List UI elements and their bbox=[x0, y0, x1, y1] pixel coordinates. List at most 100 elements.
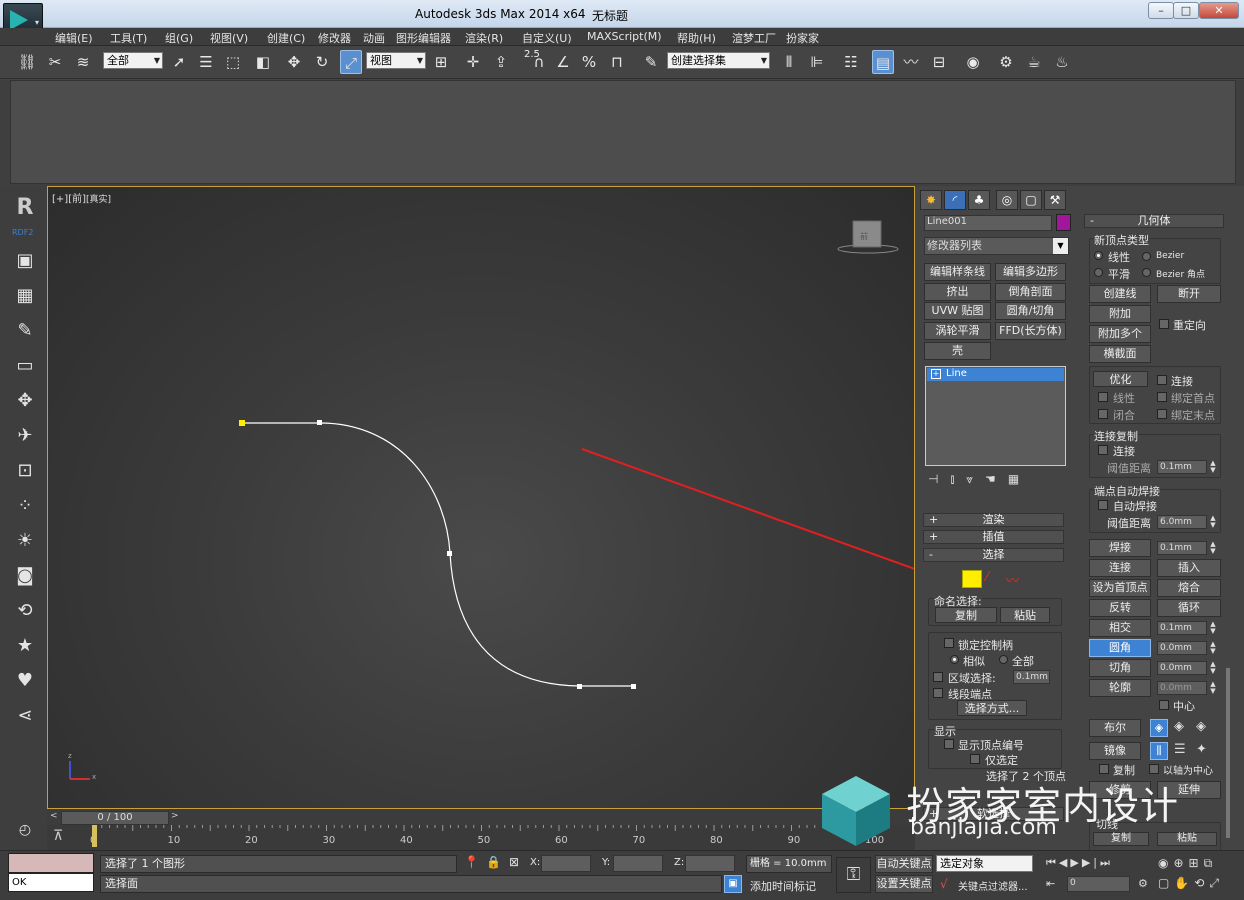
reorient-checkbox[interactable] bbox=[1159, 319, 1169, 329]
mini-curve-editor-icon[interactable]: ⊼ bbox=[53, 828, 63, 844]
create-line-button[interactable]: 创建线 bbox=[1089, 285, 1151, 303]
modifier-edit-poly[interactable]: 编辑多边形 bbox=[995, 263, 1066, 281]
chamfer-field[interactable]: 0.0mm bbox=[1157, 661, 1207, 675]
viewport-nav-row2[interactable]: ▢✋⟲⤢ bbox=[1158, 876, 1224, 891]
fillet-button[interactable]: 圆角 bbox=[1089, 639, 1151, 657]
object-color-swatch[interactable] bbox=[1056, 214, 1071, 231]
segment-subobject-icon[interactable]: ⁄ bbox=[986, 570, 988, 585]
rollout-interpolation[interactable]: + 插值 bbox=[923, 530, 1064, 544]
render-production-icon[interactable]: ♨ bbox=[1051, 50, 1073, 74]
connect-copy-checkbox[interactable] bbox=[1098, 445, 1108, 455]
weld-button[interactable]: 焊接 bbox=[1089, 539, 1151, 557]
key-mode-toggle-icon[interactable]: ⇤ bbox=[1046, 877, 1055, 890]
modifier-list-dropdown[interactable]: 修改器列表 bbox=[924, 237, 1069, 255]
boolean-subtract-icon[interactable]: ◈ bbox=[1174, 719, 1184, 734]
time-slider[interactable]: 0 / 100 bbox=[61, 811, 169, 825]
copy-selection-button[interactable]: 复制 bbox=[935, 607, 997, 623]
display-tab-icon[interactable]: ▢ bbox=[1020, 190, 1042, 210]
axis-center-checkbox[interactable] bbox=[1149, 764, 1159, 774]
monitor-icon[interactable]: ▭ bbox=[13, 354, 37, 378]
x-coordinate-field[interactable] bbox=[541, 855, 591, 872]
mirror-copy-checkbox[interactable] bbox=[1099, 764, 1109, 774]
menu-maxscript[interactable]: MAXScript(M) bbox=[587, 30, 662, 43]
move-arrows-icon[interactable]: ✥ bbox=[13, 389, 37, 413]
star-icon[interactable]: ★ bbox=[13, 634, 37, 658]
modifier-bevel-profile[interactable]: 倒角剖面 bbox=[995, 283, 1066, 301]
hierarchy-tab-icon[interactable]: ♣ bbox=[968, 190, 990, 210]
vertex-subobject-icon[interactable] bbox=[962, 570, 982, 588]
playback-controls[interactable]: ⏮◀▶▶|⏭ bbox=[1046, 856, 1113, 870]
spline-subobject-icon[interactable]: 〰 bbox=[1006, 570, 1019, 589]
all-radio[interactable] bbox=[999, 655, 1008, 664]
selection-filter-dropdown[interactable]: 全部 bbox=[103, 52, 163, 69]
menu-customize[interactable]: 自定义(U) bbox=[522, 30, 572, 46]
utilities-tab-icon[interactable]: ⚒ bbox=[1044, 190, 1066, 210]
set-key-icon[interactable]: ⚿ bbox=[836, 857, 871, 893]
maxscript-mini-listener-top[interactable] bbox=[8, 853, 94, 873]
area-select-field[interactable]: 0.1mm bbox=[1013, 670, 1050, 684]
tangent-copy-button[interactable]: 复制 bbox=[1093, 832, 1149, 846]
threshold-spinner[interactable]: ▲ ▼ bbox=[1209, 460, 1217, 474]
absolute-mode-icon[interactable]: ⊠ bbox=[509, 855, 519, 869]
tangent-paste-button[interactable]: 粘贴 bbox=[1157, 832, 1217, 846]
current-frame-field[interactable]: 0 bbox=[1067, 876, 1130, 892]
make-first-button[interactable]: 设为首顶点 bbox=[1089, 579, 1151, 597]
rollout-geometry[interactable]: - 几何体 bbox=[1084, 214, 1224, 228]
back-icon[interactable]: ◴ bbox=[13, 818, 37, 842]
outline-spinner[interactable]: ▲ ▼ bbox=[1209, 681, 1217, 695]
bind-last-checkbox[interactable] bbox=[1157, 409, 1167, 419]
mirror-both-icon[interactable]: ✦ bbox=[1196, 742, 1207, 757]
select-manipulate-icon[interactable]: ✛ bbox=[462, 50, 484, 74]
pivot-center-icon[interactable]: ⊞ bbox=[430, 50, 452, 74]
outline-field[interactable]: 0.0mm bbox=[1157, 681, 1207, 695]
dots-icon[interactable]: ⁘ bbox=[13, 494, 37, 518]
set-key-button[interactable]: 设置关键点 bbox=[875, 875, 933, 893]
boolean-intersect-icon[interactable]: ◈ bbox=[1196, 719, 1206, 734]
auto-key-button[interactable]: 自动关键点 bbox=[875, 855, 933, 873]
key-mode-dropdown[interactable]: 选定对象 bbox=[936, 855, 1033, 872]
maximize-button[interactable]: □ bbox=[1173, 2, 1199, 19]
schematic-view-icon[interactable]: ⊟ bbox=[928, 50, 950, 74]
refine-button[interactable]: 优化 bbox=[1093, 371, 1148, 387]
unlink-icon[interactable]: ✂ bbox=[44, 50, 66, 74]
scale-icon[interactable]: ⤢ bbox=[340, 50, 362, 74]
material-editor-icon[interactable]: ◉ bbox=[962, 50, 984, 74]
angle-snap-icon[interactable]: ∠ bbox=[552, 50, 574, 74]
refresh-icon[interactable]: ⟲ bbox=[13, 599, 37, 623]
menu-edit[interactable]: 编辑(E) bbox=[55, 30, 93, 46]
insert-button[interactable]: 插入 bbox=[1157, 559, 1221, 577]
stack-tools[interactable]: ⊣⫾⩔☚▦ bbox=[928, 472, 1068, 490]
add-time-tag-label[interactable]: 添加时间标记 bbox=[750, 878, 816, 894]
paste-selection-button[interactable]: 粘贴 bbox=[1000, 607, 1050, 623]
minimize-button[interactable]: – bbox=[1148, 2, 1174, 19]
time-tag-icon[interactable]: ▣ bbox=[724, 875, 742, 893]
weld-field[interactable]: 0.1mm bbox=[1157, 541, 1207, 555]
cross-insert-button[interactable]: 相交 bbox=[1089, 619, 1151, 637]
move-icon[interactable]: ✥ bbox=[283, 50, 305, 74]
key-filters-button[interactable]: 关键点过滤器... bbox=[958, 878, 1028, 893]
fuse-button[interactable]: 熔合 bbox=[1157, 579, 1221, 597]
threshold2-spinner[interactable]: ▲ ▼ bbox=[1209, 515, 1217, 529]
lock-handles-checkbox[interactable] bbox=[944, 638, 954, 648]
closed-checkbox[interactable] bbox=[1098, 409, 1108, 419]
refine-connect-checkbox[interactable] bbox=[1157, 375, 1167, 385]
frame-ruler[interactable]: 0102030405060708090100 bbox=[47, 825, 915, 853]
time-config-icon[interactable]: ⚙ bbox=[1138, 877, 1148, 890]
similar-radio[interactable] bbox=[950, 655, 959, 664]
menu-view[interactable]: 视图(V) bbox=[210, 30, 248, 46]
close-button[interactable]: ✕ bbox=[1199, 2, 1239, 19]
snap-toggle-icon[interactable]: ∩ bbox=[528, 50, 550, 74]
select-object-icon[interactable]: ➚ bbox=[168, 50, 190, 74]
auto-weld-checkbox[interactable] bbox=[1098, 500, 1108, 510]
threshold-field[interactable]: 0.1mm bbox=[1157, 460, 1207, 474]
menu-group[interactable]: 组(G) bbox=[165, 30, 193, 46]
modifier-fillet-chamfer[interactable]: 圆角/切角 bbox=[995, 302, 1066, 320]
center-checkbox[interactable] bbox=[1159, 700, 1169, 710]
break-button[interactable]: 断开 bbox=[1157, 285, 1221, 303]
modifier-ffd-box[interactable]: FFD(长方体) bbox=[995, 322, 1066, 340]
spinner-snap-icon[interactable]: ⊓ bbox=[606, 50, 628, 74]
bind-first-checkbox[interactable] bbox=[1157, 392, 1167, 402]
mirror-icon[interactable]: ⫴ bbox=[778, 50, 800, 74]
stack-item-line[interactable]: + Line bbox=[927, 368, 1064, 381]
only-selected-checkbox[interactable] bbox=[970, 754, 980, 764]
